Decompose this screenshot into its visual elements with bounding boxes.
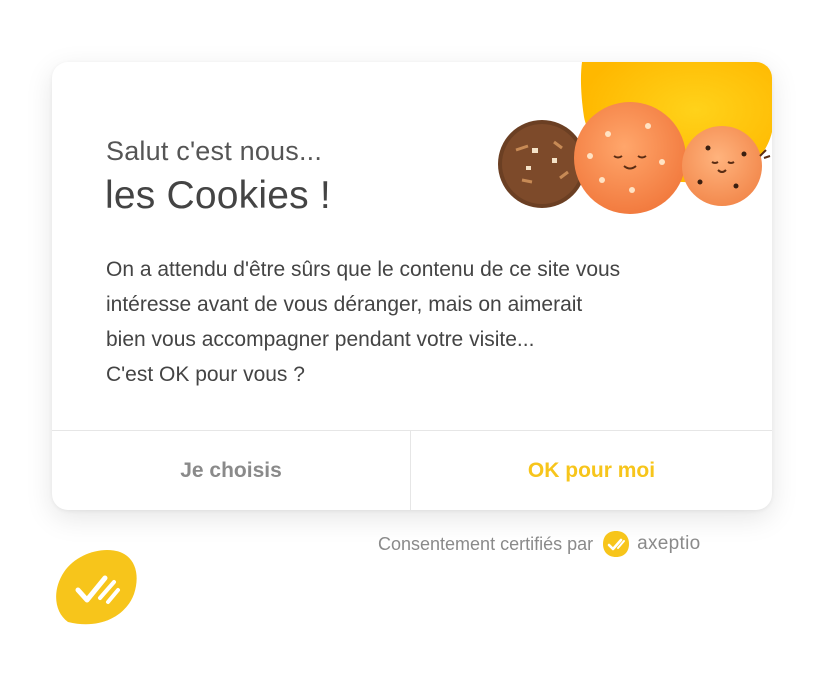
- dialog-title: les Cookies !: [105, 174, 331, 217]
- axeptio-fab-icon[interactable]: [50, 546, 140, 630]
- dialog-body-line: bien vous accompagner pendant votre visi…: [106, 328, 535, 351]
- dialog-body: On a attendu d'être sûrs que le contenu …: [106, 252, 736, 392]
- dialog-body-line: C'est OK pour vous ?: [106, 363, 305, 386]
- axeptio-check-icon: [603, 531, 630, 557]
- cookies-illustration: [498, 62, 772, 214]
- consent-text: Consentement certifiés par: [378, 533, 594, 554]
- dialog-body-line: intéresse avant de vous déranger, mais o…: [106, 293, 583, 316]
- cookie-consent-dialog: Salut c'est nous... les Cookies ! On a a…: [52, 62, 772, 510]
- accept-button[interactable]: OK pour moi: [411, 431, 772, 510]
- consent-footer: Consentement certifiés par axeptio: [378, 530, 700, 558]
- choose-button[interactable]: Je choisis: [52, 431, 410, 510]
- dialog-greeting: Salut c'est nous...: [106, 136, 323, 166]
- dialog-body-line: On a attendu d'être sûrs que le contenu …: [106, 258, 621, 281]
- brand-name: axeptio: [637, 533, 701, 554]
